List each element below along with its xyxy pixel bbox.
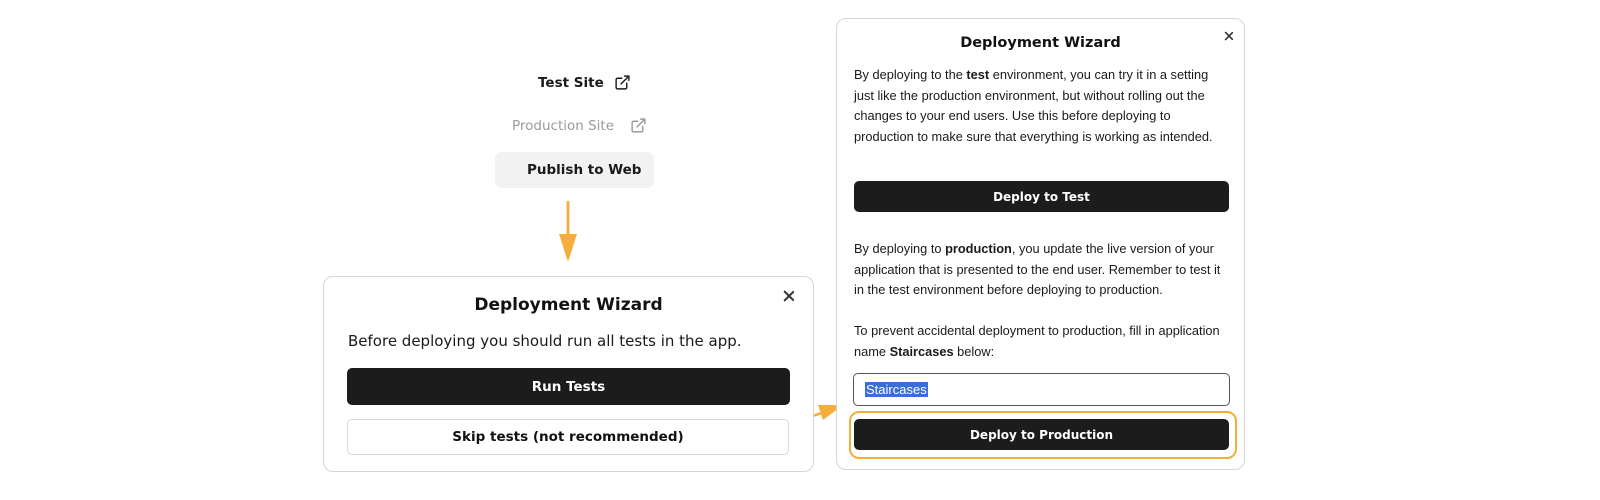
close-icon[interactable] — [1223, 30, 1234, 41]
publish-to-web-button[interactable]: Publish to Web — [495, 152, 654, 188]
deployment-wizard-deploy-dialog: Deployment Wizard By deploying to the te… — [836, 18, 1245, 470]
down-arrow — [559, 201, 577, 262]
deploy-to-test-button[interactable]: Deploy to Test — [854, 181, 1229, 212]
production-site-link[interactable]: Production Site — [512, 117, 647, 134]
production-description: By deploying to production, you update t… — [854, 241, 1221, 297]
app-name-value: Staircases — [865, 382, 928, 397]
test-site-label: Test Site — [538, 74, 604, 91]
close-icon[interactable] — [782, 289, 796, 303]
dialog-message: Before deploying you should run all test… — [348, 332, 742, 350]
dialog-title: Deployment Wizard — [474, 295, 663, 315]
run-tests-button[interactable]: Run Tests — [347, 368, 790, 405]
deployment-wizard-tests-dialog: Deployment Wizard Before deploying you s… — [323, 276, 814, 472]
test-description: By deploying to the test environment, yo… — [854, 67, 1213, 144]
test-site-link[interactable]: Test Site — [538, 74, 631, 91]
prevent-accident-description: To prevent accidental deployment to prod… — [854, 323, 1220, 359]
production-site-label: Production Site — [512, 117, 615, 134]
deploy-to-production-button[interactable]: Deploy to Production — [854, 419, 1229, 450]
external-link-icon — [615, 75, 630, 90]
external-link-icon — [631, 118, 646, 133]
application-name-input[interactable]: Staircases — [853, 373, 1230, 406]
skip-tests-button[interactable]: Skip tests (not recommended) — [347, 419, 789, 455]
dialog-title: Deployment Wizard — [960, 35, 1121, 51]
publish-label: Publish to Web — [527, 162, 642, 178]
